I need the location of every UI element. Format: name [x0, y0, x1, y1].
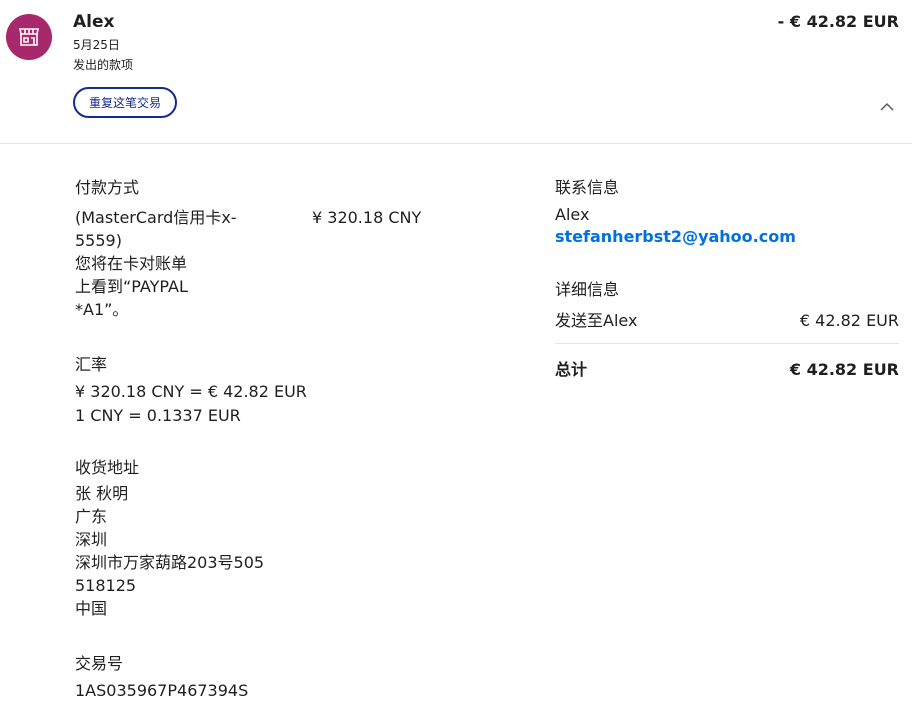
chevron-up-icon[interactable]	[880, 102, 894, 112]
card-line: 5559)	[75, 231, 122, 250]
address-line: 深圳	[75, 530, 108, 549]
sent-to-label: 发送至Alex	[555, 311, 638, 330]
address-line: 518125	[75, 576, 137, 595]
card-line: (MasterCard信用卡x-	[75, 208, 237, 227]
transaction-id: 1AS035967P467394S	[75, 681, 249, 700]
details-label: 详细信息	[555, 280, 620, 299]
contact-email-link[interactable]: stefanherbst2@yahoo.com	[555, 227, 796, 246]
transaction-amount: - € 42.82 EUR	[777, 12, 899, 31]
card-line: *A1”。	[75, 300, 129, 319]
counterparty-name: Alex	[73, 12, 115, 32]
shipping-address-label: 收货地址	[75, 458, 140, 477]
contact-info-label: 联系信息	[555, 178, 620, 197]
transaction-type: 发出的款项	[73, 58, 134, 72]
repeat-transaction-button[interactable]: 重复这笔交易	[73, 87, 178, 118]
address-line: 广东	[75, 507, 108, 526]
card-line: 您将在卡对账单	[75, 254, 188, 273]
exchange-rate-value: 1 CNY = 0.1337 EUR	[75, 406, 241, 425]
total-amount: € 42.82 EUR	[789, 360, 899, 379]
divider	[555, 343, 899, 344]
transaction-date: 5月25日	[73, 38, 120, 52]
store-icon	[19, 28, 39, 46]
exchange-conversion: ¥ 320.18 CNY = € 42.82 EUR	[75, 382, 307, 401]
payment-card-info: (MasterCard信用卡x- 5559) 您将在卡对账单 上看到“PAYPA…	[75, 206, 265, 321]
contact-name: Alex	[555, 205, 590, 224]
card-line: 上看到“PAYPAL	[75, 277, 188, 296]
payment-method-label: 付款方式	[75, 178, 140, 197]
sent-amount: € 42.82 EUR	[799, 311, 899, 330]
address-line: 深圳市万家葫路203号505	[75, 553, 265, 572]
address-line: 张 秋明	[75, 484, 129, 503]
merchant-avatar	[6, 14, 52, 60]
exchange-rate-label: 汇率	[75, 355, 108, 374]
payment-amount: ¥ 320.18 CNY	[312, 208, 422, 227]
shipping-address: 张 秋明 广东 深圳 深圳市万家葫路203号505 518125 中国	[75, 482, 264, 620]
transaction-header: Alex 5月25日 发出的款项 - € 42.82 EUR 重复这笔交易	[0, 0, 912, 144]
total-label: 总计	[555, 360, 588, 379]
address-line: 中国	[75, 599, 108, 618]
transaction-id-label: 交易号	[75, 654, 124, 673]
